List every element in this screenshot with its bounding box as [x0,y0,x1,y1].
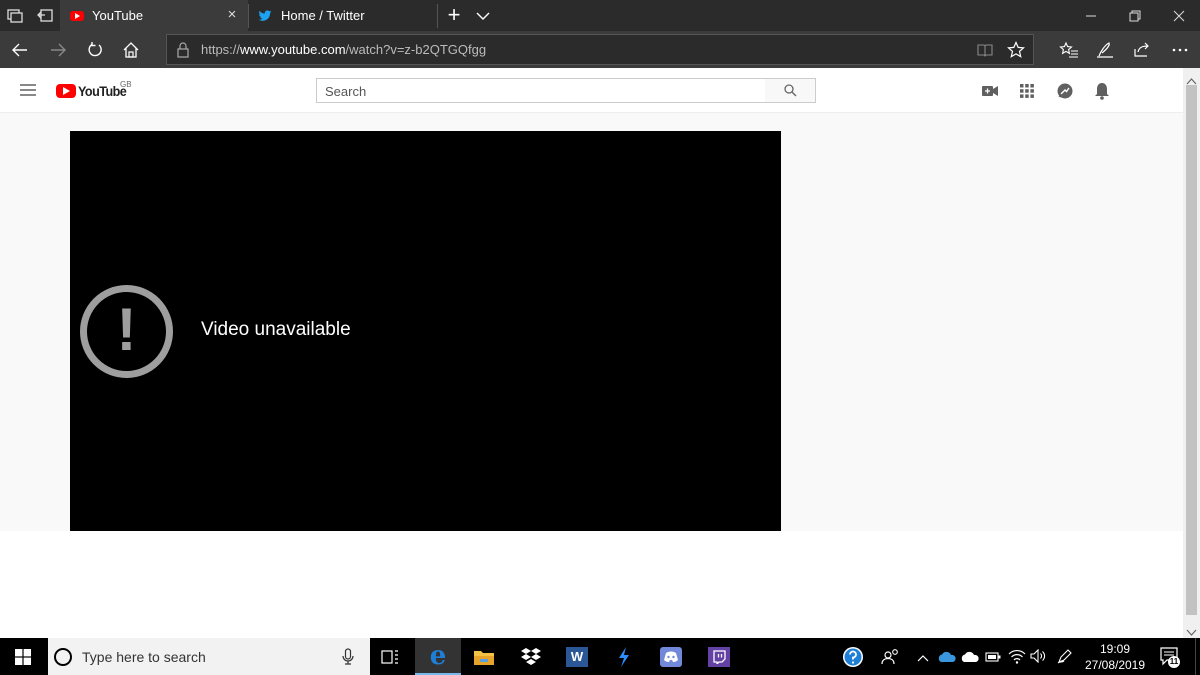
discord-icon[interactable] [648,638,694,675]
restore-button[interactable] [1112,0,1158,31]
reading-view-icon[interactable] [977,42,993,58]
onedrive-icon[interactable] [937,650,957,662]
url-prefix: https:// [201,42,241,57]
youtube-header: YouTube GB Search [0,68,1183,113]
browser-nav-bar: https://www.youtube.com/watch?v=z-b2QTGQ… [0,31,1200,68]
lightning-app-icon[interactable] [601,638,647,675]
region-code: GB [120,80,132,89]
scroll-down-arrow-icon[interactable] [1186,624,1197,636]
dropbox-icon[interactable] [508,638,554,675]
search-icon [783,84,797,97]
pen-workspace-icon[interactable] [1057,648,1073,664]
search-input[interactable]: Search [316,78,766,103]
clock-date: 27/08/2019 [1084,658,1146,672]
file-explorer-icon[interactable] [461,638,507,675]
chevron-down-icon[interactable] [475,8,491,24]
below-player-area [0,531,1183,638]
cortana-circle-icon [53,647,73,667]
create-video-icon[interactable] [979,80,1001,102]
taskbar-search-box[interactable]: Type here to search [48,638,370,675]
error-glyph: ! [116,296,137,363]
youtube-logo-text: YouTube [78,83,127,99]
tab-twitter[interactable]: Home / Twitter [249,0,437,31]
windows-taskbar: Type here to search e W 19:09 27/08/2019… [0,638,1200,675]
twitch-icon[interactable] [696,638,742,675]
url-domain: www.youtube.com [240,42,346,57]
tab-title: Home / Twitter [281,8,365,23]
tab-title: YouTube [92,8,144,23]
scroll-up-arrow-icon[interactable] [1186,72,1197,85]
lock-icon [176,42,190,58]
battery-icon[interactable] [985,650,1001,662]
messages-icon[interactable] [1054,80,1076,102]
web-note-pen-icon[interactable] [1087,31,1123,68]
action-center-icon[interactable]: 11 [1159,646,1181,668]
tab-preview-icon[interactable] [6,7,24,25]
notification-count-badge: 11 [1168,656,1180,668]
browser-tab-bar: YouTube × Home / Twitter + [0,0,1200,31]
search-placeholder: Search [325,84,367,99]
tab-youtube[interactable]: YouTube × [60,0,248,31]
people-icon[interactable] [868,638,914,675]
url-path: /watch?v=z-b2QTGQfgg [345,42,487,57]
search-button[interactable] [765,78,816,103]
share-icon[interactable] [1124,31,1160,68]
home-button[interactable] [113,31,149,68]
onedrive-personal-icon[interactable] [960,650,980,662]
show-desktop-button[interactable] [1195,638,1200,675]
error-icon: ! [79,284,174,379]
apps-grid-icon[interactable] [1016,80,1038,102]
notifications-bell-icon[interactable] [1091,80,1113,102]
address-bar[interactable]: https://www.youtube.com/watch?v=z-b2QTGQ… [166,34,1034,65]
word-icon[interactable]: W [554,638,600,675]
tab-divider [437,4,438,28]
more-options-icon[interactable] [1162,31,1198,68]
minimize-button[interactable] [1068,0,1114,31]
clock-time: 19:09 [1099,642,1131,656]
video-player[interactable]: ! Video unavailable [70,131,781,531]
system-clock[interactable]: 19:09 27/08/2019 [1082,641,1148,673]
word-logo: W [566,646,588,667]
edge-logo: e [429,640,447,671]
scrollbar-thumb[interactable] [1186,85,1197,615]
show-hidden-icons-chevron-icon[interactable] [917,650,929,662]
youtube-favicon [70,10,84,21]
new-tab-button[interactable]: + [444,2,464,28]
set-tabs-aside-icon[interactable] [36,7,54,25]
menu-icon[interactable] [20,83,36,97]
discord-logo [660,646,682,667]
page-scrollbar[interactable] [1183,68,1200,638]
favorites-hub-button[interactable] [1051,31,1087,68]
wifi-icon[interactable] [1008,648,1026,664]
twitch-logo [708,646,730,667]
taskbar-search-placeholder: Type here to search [82,649,206,665]
volume-icon[interactable] [1030,648,1046,664]
windows-start-button[interactable] [0,638,46,675]
close-window-button[interactable] [1156,0,1200,31]
task-view-icon[interactable] [367,638,413,675]
forward-button[interactable] [40,31,76,68]
error-message: Video unavailable [201,319,351,340]
twitter-bird-icon [258,9,272,23]
youtube-play-icon [56,84,76,98]
favorite-star-icon[interactable] [1007,41,1025,59]
refresh-button[interactable] [77,31,113,68]
back-button[interactable] [2,31,38,68]
url-text: https://www.youtube.com/watch?v=z-b2QTGQ… [201,42,486,57]
edge-browser-icon[interactable]: e [415,638,461,675]
close-tab-icon[interactable]: × [224,7,240,23]
youtube-logo[interactable]: YouTube GB [56,80,132,100]
microphone-icon[interactable] [341,648,355,666]
